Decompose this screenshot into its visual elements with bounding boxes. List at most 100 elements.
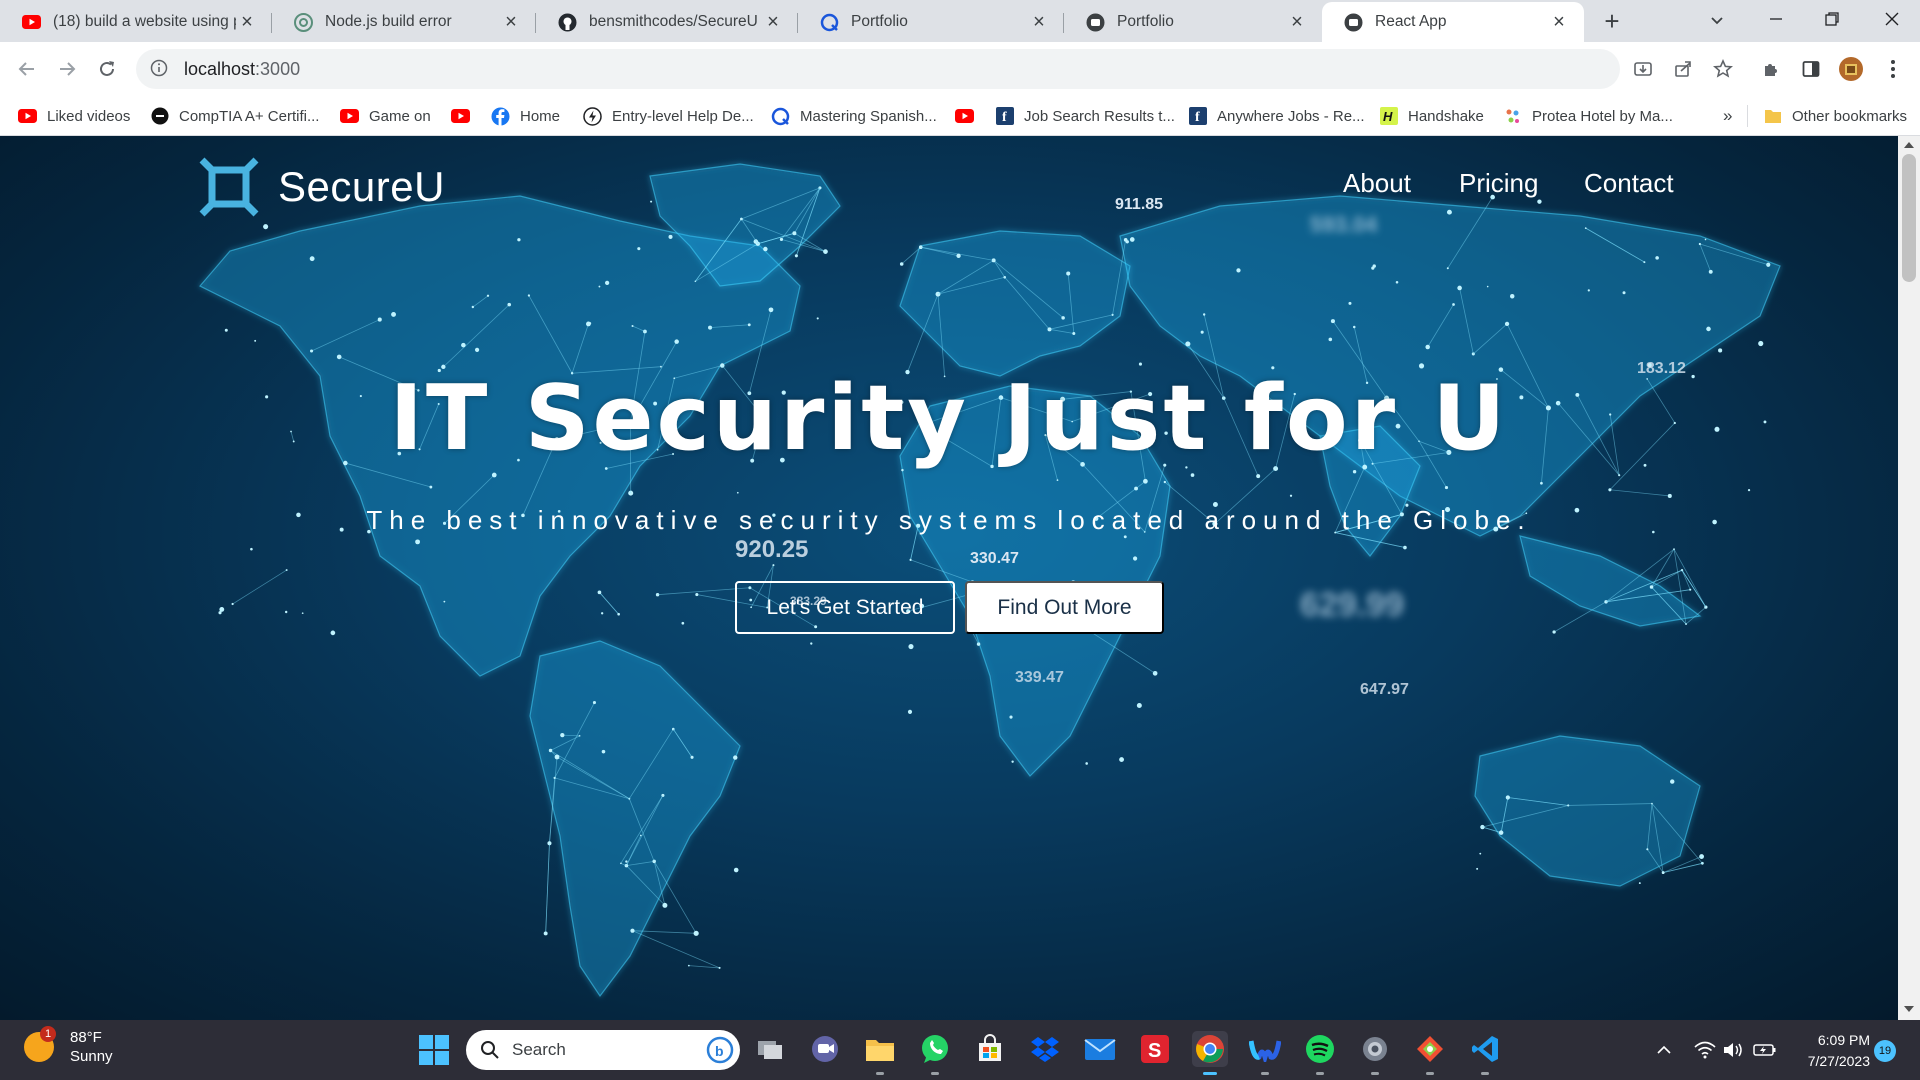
scroll-down-icon[interactable] xyxy=(1904,1006,1914,1012)
share-icon[interactable] xyxy=(1670,56,1696,82)
tab-portfolio-1[interactable]: Portfolio × xyxy=(798,2,1064,42)
close-icon[interactable]: × xyxy=(762,11,784,33)
get-started-button[interactable]: Let's Get Started xyxy=(735,581,955,634)
site-info-icon[interactable] xyxy=(150,59,170,79)
minimize-icon[interactable] xyxy=(1748,0,1804,38)
bookmark-mastering-spanish[interactable]: Mastering Spanish... xyxy=(771,104,937,128)
url-host: localhost xyxy=(184,58,256,79)
windows-start-icon[interactable] xyxy=(418,1034,450,1066)
address-bar[interactable]: localhost:3000 xyxy=(136,49,1620,89)
tab-title: bensmithcodes/SecureU xyxy=(589,13,758,30)
bookmark-entry-level[interactable]: Entry-level Help De... xyxy=(583,104,754,128)
tab-react-app[interactable]: React App × xyxy=(1322,2,1584,42)
chatgpt-icon xyxy=(294,12,313,32)
tab-youtube[interactable]: (18) build a website using p × xyxy=(0,2,272,42)
handshake-icon: H xyxy=(1379,107,1398,126)
bookmark-star-icon[interactable] xyxy=(1710,56,1736,82)
chrome-icon[interactable] xyxy=(1192,1031,1228,1075)
bookmark-liked-videos[interactable]: Liked videos xyxy=(18,104,130,128)
youtube-icon xyxy=(18,107,37,126)
tab-github[interactable]: bensmithcodes/SecureU × xyxy=(536,2,798,42)
secureu-logo-icon xyxy=(199,157,259,217)
tray-overflow-chevron-icon[interactable] xyxy=(1654,1038,1674,1062)
page-scrollbar[interactable] xyxy=(1898,136,1920,1020)
facebook-icon xyxy=(491,107,510,126)
settings-gear-icon[interactable] xyxy=(1357,1031,1393,1075)
scroll-up-icon[interactable] xyxy=(1904,142,1914,148)
bookmark-job-search[interactable]: f Job Search Results t... xyxy=(995,104,1175,128)
nav-about-link[interactable]: About xyxy=(1343,168,1411,199)
github-icon xyxy=(558,13,577,32)
microsoft-store-icon[interactable] xyxy=(972,1031,1008,1067)
git-kraken-icon[interactable] xyxy=(1412,1031,1448,1075)
spotify-icon[interactable] xyxy=(1302,1031,1338,1075)
profile-avatar[interactable] xyxy=(1838,56,1864,82)
vscode-icon[interactable] xyxy=(1467,1031,1503,1075)
task-view-icon[interactable] xyxy=(752,1031,788,1067)
forward-icon[interactable] xyxy=(52,54,82,84)
clock-time: 6:09 PM xyxy=(1817,1032,1870,1048)
reload-icon[interactable] xyxy=(92,54,122,84)
install-app-icon[interactable] xyxy=(1630,56,1656,82)
chrome-menu-icon[interactable] xyxy=(1880,56,1906,82)
tab-search-chevron-icon[interactable] xyxy=(1704,8,1730,34)
taskbar-clock[interactable]: 6:09 PM 7/27/2023 xyxy=(1794,1030,1870,1072)
bookmark-anywhere-jobs[interactable]: f Anywhere Jobs - Re... xyxy=(1188,104,1365,128)
close-icon[interactable]: × xyxy=(1286,11,1308,33)
taskbar-search-box[interactable]: Search b xyxy=(466,1030,740,1070)
bing-icon[interactable]: b xyxy=(706,1036,734,1064)
protea-icon xyxy=(1503,107,1522,126)
close-icon[interactable]: × xyxy=(236,11,258,33)
nav-contact-link[interactable]: Contact xyxy=(1584,168,1674,199)
bookmark-home[interactable]: Home xyxy=(491,104,560,128)
react-app-icon xyxy=(1086,13,1105,32)
new-tab-button[interactable]: + xyxy=(1598,6,1626,36)
wifi-icon[interactable] xyxy=(1692,1038,1718,1062)
back-icon[interactable] xyxy=(12,54,42,84)
url-port: :3000 xyxy=(255,58,301,79)
bookmark-comptia[interactable]: CompTIA A+ Certifi... xyxy=(150,104,319,128)
weather-widget[interactable]: 1 88°F Sunny xyxy=(24,1026,113,1066)
side-panel-icon[interactable] xyxy=(1798,56,1824,82)
bolt-icon xyxy=(583,106,602,126)
slides-app-icon[interactable]: S xyxy=(1137,1031,1173,1067)
f-icon: f xyxy=(995,107,1014,126)
bookmark-youtube[interactable] xyxy=(451,104,480,128)
youtube-icon xyxy=(340,107,359,126)
mail-icon[interactable] xyxy=(1082,1031,1118,1067)
tab-node-build-error[interactable]: Node.js build error × xyxy=(272,2,536,42)
scrollbar-thumb[interactable] xyxy=(1902,154,1916,282)
find-out-more-button[interactable]: Find Out More xyxy=(965,581,1164,634)
bookmarks-bar: Liked videos CompTIA A+ Certifi... Game … xyxy=(0,96,1920,136)
window-close-icon[interactable] xyxy=(1864,0,1920,38)
dropbox-icon[interactable] xyxy=(1027,1031,1063,1067)
bookmark-youtube-2[interactable] xyxy=(955,104,984,128)
bg-number-blurred: 629.99 xyxy=(1300,586,1404,624)
close-icon[interactable]: × xyxy=(1028,11,1050,33)
notification-count-badge[interactable]: 19 xyxy=(1874,1040,1896,1062)
file-explorer-icon[interactable] xyxy=(862,1031,898,1075)
brand-link[interactable]: SecureU xyxy=(198,156,445,218)
browser-toolbar: localhost:3000 xyxy=(0,42,1920,96)
teams-chat-icon[interactable] xyxy=(807,1031,843,1067)
bookmark-handshake[interactable]: H Handshake xyxy=(1379,104,1484,128)
close-icon[interactable]: × xyxy=(500,11,522,33)
folder-icon xyxy=(1763,107,1782,126)
whatsapp-icon[interactable] xyxy=(917,1031,953,1075)
bookmark-other-bookmarks[interactable]: Other bookmarks xyxy=(1763,104,1907,128)
battery-charging-icon[interactable] xyxy=(1752,1038,1778,1062)
restore-icon[interactable] xyxy=(1804,0,1860,38)
svg-text:H: H xyxy=(1383,109,1393,124)
nav-pricing-link[interactable]: Pricing xyxy=(1459,168,1538,199)
tab-title: React App xyxy=(1375,13,1447,30)
more-bookmarks-chevron-icon[interactable]: » xyxy=(1723,104,1732,128)
volume-icon[interactable] xyxy=(1721,1038,1745,1062)
extensions-icon[interactable] xyxy=(1758,56,1784,82)
search-icon xyxy=(481,1041,499,1059)
bookmark-protea-hotel[interactable]: Protea Hotel by Ma... xyxy=(1503,104,1673,128)
tab-portfolio-2[interactable]: Portfolio × xyxy=(1064,2,1322,42)
weather-desc: Sunny xyxy=(70,1048,113,1065)
bookmark-game-on[interactable]: Game on xyxy=(340,104,431,128)
close-icon[interactable]: × xyxy=(1548,11,1570,33)
webex-icon[interactable] xyxy=(1247,1031,1283,1075)
